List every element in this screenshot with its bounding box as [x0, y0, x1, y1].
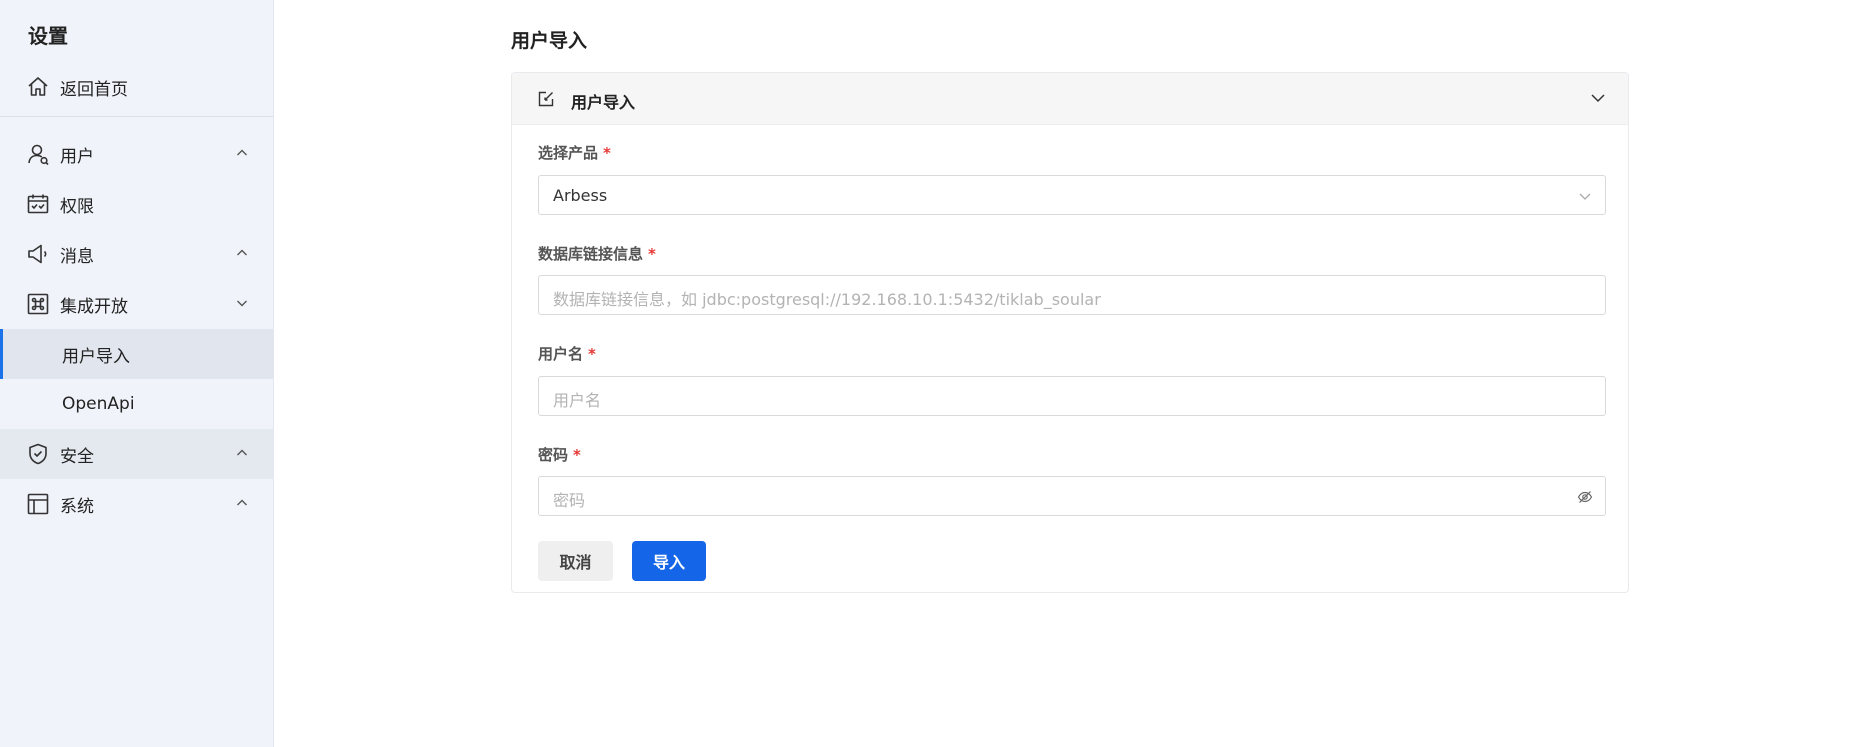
import-button[interactable]: 导入	[632, 541, 706, 581]
user-import-card: 用户导入 选择产品 * Arbess 数据库链接信息 * 数据库链接信息，如 jdb…	[511, 72, 1629, 593]
sidebar: 设置 返回首页 用户 权限 消息 集成开放 用户导入 OpenApi 安全 系统	[0, 0, 274, 747]
sidebar-item-label: OpenApi	[62, 394, 135, 414]
sidebar-item-label: 消息	[60, 246, 94, 267]
username-input[interactable]: 用户名	[538, 376, 1606, 416]
required-mark: *	[648, 245, 656, 263]
sidebar-item-integration[interactable]: 集成开放	[0, 279, 274, 329]
edit-square-icon	[537, 90, 555, 108]
sidebar-item-label: 返回首页	[60, 79, 128, 100]
password-placeholder: 密码	[553, 491, 586, 510]
home-icon	[26, 75, 50, 99]
required-mark: *	[603, 144, 611, 162]
app-root: 设置 返回首页 用户 权限 消息 集成开放 用户导入 OpenApi 安全 系统…	[0, 0, 1861, 747]
sidebar-item-security[interactable]: 安全	[0, 429, 274, 479]
sidebar-divider	[0, 116, 274, 117]
chevron-up-icon[interactable]	[234, 495, 250, 511]
password-input[interactable]: 密码	[538, 476, 1606, 516]
chevron-down-icon[interactable]	[234, 295, 250, 311]
product-label: 选择产品 *	[538, 142, 611, 163]
required-mark: *	[588, 345, 596, 363]
chevron-up-icon[interactable]	[234, 445, 250, 461]
command-icon	[26, 292, 50, 316]
field-label-text: 用户名	[538, 345, 584, 363]
sidebar-item-user-import[interactable]: 用户导入	[0, 329, 274, 379]
cancel-button[interactable]: 取消	[538, 541, 613, 581]
sidebar-item-label: 权限	[60, 196, 94, 217]
sidebar-item-permission[interactable]: 权限	[0, 179, 274, 229]
required-mark: *	[573, 446, 581, 464]
sidebar-item-label: 安全	[60, 446, 94, 467]
field-label-text: 密码	[538, 446, 569, 464]
active-indicator	[0, 329, 3, 379]
field-label-text: 选择产品	[538, 144, 599, 162]
calendar-check-icon	[26, 192, 50, 216]
product-select-value: Arbess	[553, 186, 608, 205]
sidebar-item-openapi[interactable]: OpenApi	[0, 379, 274, 429]
eye-off-icon[interactable]	[1577, 489, 1593, 505]
db-link-input[interactable]: 数据库链接信息，如 jdbc:postgresql://192.168.10.1…	[538, 275, 1606, 315]
megaphone-icon	[26, 242, 50, 266]
username-placeholder: 用户名	[553, 391, 602, 410]
sidebar-item-home[interactable]: 返回首页	[0, 62, 274, 112]
sidebar-item-label: 集成开放	[60, 296, 128, 317]
username-label: 用户名 *	[538, 343, 596, 364]
sidebar-item-label: 系统	[60, 496, 94, 517]
chevron-down-icon[interactable]	[1589, 89, 1607, 107]
sidebar-title: 设置	[28, 24, 68, 48]
sidebar-item-user[interactable]: 用户	[0, 129, 274, 179]
shield-check-icon	[26, 442, 50, 466]
field-label-text: 数据库链接信息	[538, 245, 644, 263]
card-header[interactable]: 用户导入	[512, 73, 1628, 125]
sidebar-item-label: 用户	[60, 146, 94, 167]
sidebar-item-label: 用户导入	[62, 346, 130, 367]
page-title: 用户导入	[511, 30, 588, 52]
password-label: 密码 *	[538, 444, 581, 465]
layout-icon	[26, 492, 50, 516]
db-link-label: 数据库链接信息 *	[538, 243, 656, 264]
chevron-up-icon[interactable]	[234, 245, 250, 261]
card-title: 用户导入	[571, 93, 636, 112]
sidebar-item-system[interactable]: 系统	[0, 479, 274, 529]
db-link-placeholder: 数据库链接信息，如 jdbc:postgresql://192.168.10.1…	[553, 290, 1101, 309]
user-icon	[26, 142, 50, 166]
sidebar-item-message[interactable]: 消息	[0, 229, 274, 279]
chevron-up-icon[interactable]	[234, 145, 250, 161]
chevron-down-icon	[1577, 188, 1593, 204]
product-select[interactable]: Arbess	[538, 175, 1606, 215]
